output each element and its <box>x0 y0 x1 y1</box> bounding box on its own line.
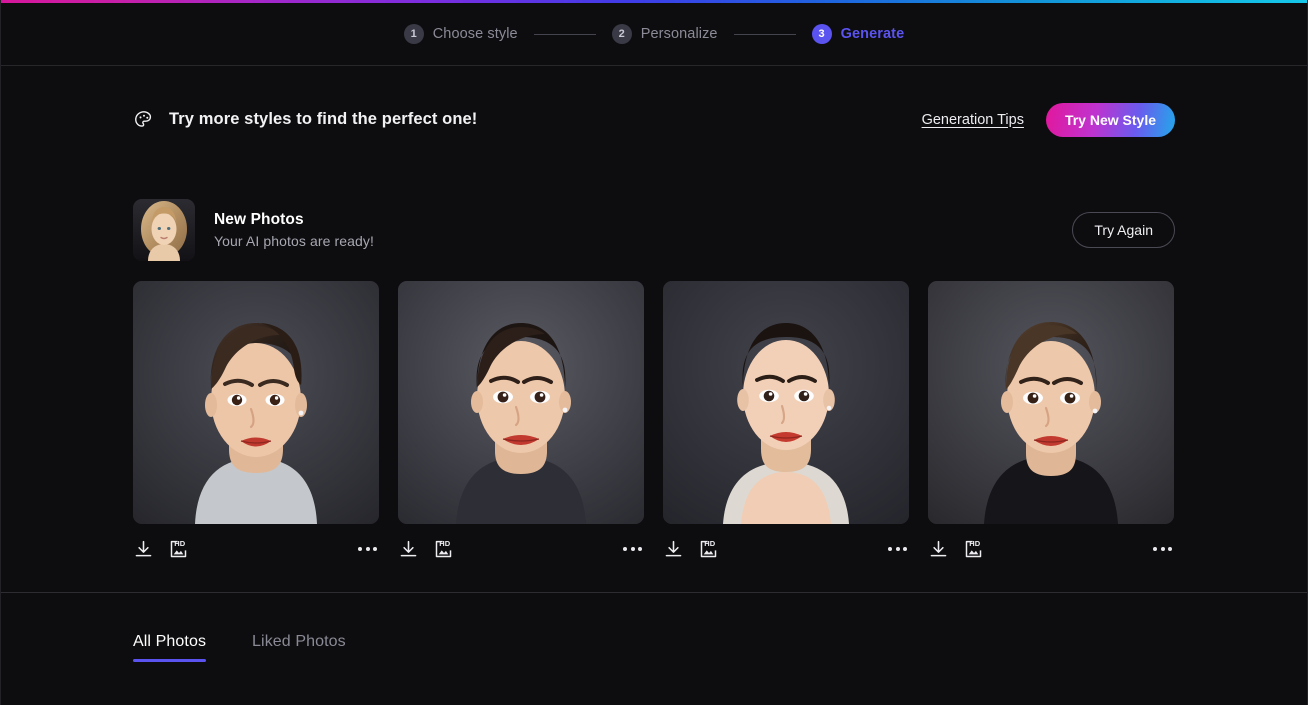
photo-actions: HD <box>398 530 644 568</box>
download-icon[interactable] <box>663 539 684 560</box>
svg-text:HD: HD <box>174 539 185 548</box>
avatar <box>133 199 195 261</box>
more-options-icon[interactable] <box>356 541 379 557</box>
download-icon[interactable] <box>928 539 949 560</box>
photo-actions: HD <box>928 530 1174 568</box>
more-options-icon[interactable] <box>886 541 909 557</box>
hd-image-icon[interactable]: HD <box>963 539 984 560</box>
step-number-badge-2: 2 <box>612 24 632 44</box>
svg-text:HD: HD <box>969 539 980 548</box>
tab-active-underline <box>133 659 206 662</box>
tab-liked-photos-label: Liked Photos <box>252 633 346 651</box>
hd-image-icon[interactable]: HD <box>698 539 719 560</box>
promo-left: Try more styles to find the perfect one! <box>133 109 477 131</box>
bottom-tabs-area: All Photos Liked Photos <box>1 593 1307 662</box>
photo-thumbnail[interactable] <box>663 281 909 524</box>
photo-thumbnail[interactable] <box>928 281 1174 524</box>
download-icon[interactable] <box>133 539 154 560</box>
hd-image-icon[interactable]: HD <box>168 539 189 560</box>
bottom-tabs: All Photos Liked Photos <box>133 593 1175 662</box>
step-number-badge-1: 1 <box>404 24 424 44</box>
photo-card: HD <box>928 281 1174 568</box>
photo-card: HD <box>398 281 644 568</box>
content-container: Try more styles to find the perfect one!… <box>133 67 1175 568</box>
stepper-step-personalize[interactable]: 2 Personalize <box>612 24 718 44</box>
svg-text:HD: HD <box>439 539 450 548</box>
new-photos-title: New Photos <box>214 211 374 229</box>
photo-card: HD <box>663 281 909 568</box>
promo-text: Try more styles to find the perfect one! <box>169 110 477 129</box>
step-label-2: Personalize <box>641 26 718 42</box>
photo-card: HD <box>133 281 379 568</box>
palette-icon <box>133 109 155 131</box>
more-options-icon[interactable] <box>1151 541 1174 557</box>
new-photos-meta: New Photos Your AI photos are ready! <box>214 211 374 249</box>
hd-image-icon[interactable]: HD <box>433 539 454 560</box>
photo-grid: HD <box>133 281 1175 568</box>
stepper-connector-2 <box>734 34 796 35</box>
try-again-button[interactable]: Try Again <box>1072 212 1175 248</box>
main-content: Try more styles to find the perfect one!… <box>1 67 1307 568</box>
photo-thumbnail[interactable] <box>398 281 644 524</box>
try-new-style-button[interactable]: Try New Style <box>1046 103 1175 137</box>
stepper-connector-1 <box>534 34 596 35</box>
step-label-3: Generate <box>841 26 905 42</box>
promo-right: Generation Tips Try New Style <box>922 103 1175 137</box>
stepper-bar: 1 Choose style 2 Personalize 3 Generate <box>1 3 1307 66</box>
svg-text:HD: HD <box>704 539 715 548</box>
photo-thumbnail[interactable] <box>133 281 379 524</box>
stepper-step-choose-style[interactable]: 1 Choose style <box>404 24 518 44</box>
tab-all-photos-label: All Photos <box>133 633 206 651</box>
tab-liked-photos[interactable]: Liked Photos <box>252 633 346 662</box>
stepper: 1 Choose style 2 Personalize 3 Generate <box>404 24 905 44</box>
step-label-1: Choose style <box>433 26 518 42</box>
generation-tips-link[interactable]: Generation Tips <box>922 112 1024 128</box>
photo-actions: HD <box>133 530 379 568</box>
more-options-icon[interactable] <box>621 541 644 557</box>
step-number-badge-3: 3 <box>812 24 832 44</box>
stepper-step-generate[interactable]: 3 Generate <box>812 24 905 44</box>
new-photos-header: New Photos Your AI photos are ready! Try… <box>133 199 1175 261</box>
download-icon[interactable] <box>398 539 419 560</box>
photo-actions: HD <box>663 530 909 568</box>
app-root: 1 Choose style 2 Personalize 3 Generate <box>0 0 1308 705</box>
new-photos-subtitle: Your AI photos are ready! <box>214 233 374 249</box>
tab-all-photos[interactable]: All Photos <box>133 633 206 662</box>
promo-banner: Try more styles to find the perfect one!… <box>133 67 1175 152</box>
